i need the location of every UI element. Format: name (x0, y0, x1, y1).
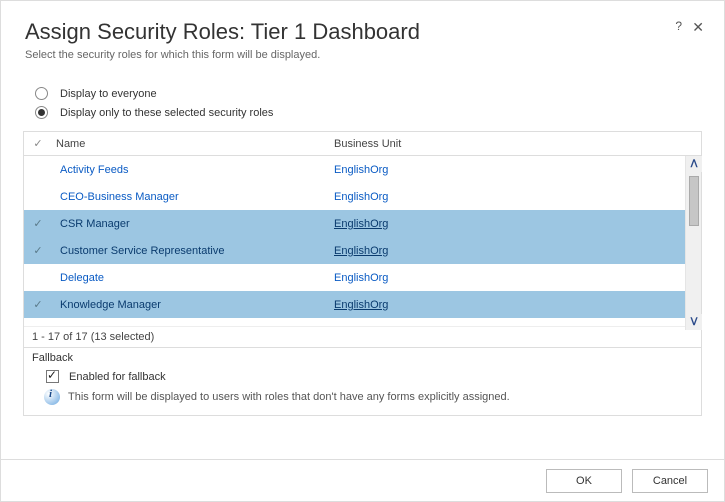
row-check: ✓ (24, 298, 52, 311)
radio-display-selected-roles[interactable]: Display only to these selected security … (35, 106, 700, 119)
page-subtitle: Select the security roles for which this… (25, 49, 700, 61)
table-row[interactable]: Activity Feeds EnglishOrg (24, 156, 701, 183)
role-link[interactable]: Delegate (56, 272, 104, 284)
column-header-business-unit[interactable]: Business Unit (332, 138, 701, 150)
row-bu-cell[interactable]: EnglishOrg (332, 326, 701, 327)
fallback-title: Fallback (32, 350, 693, 368)
scroll-down-icon[interactable]: ᐯ (686, 314, 702, 330)
fallback-description: This form will be displayed to users wit… (68, 391, 510, 403)
close-icon[interactable]: ✕ (692, 19, 704, 36)
fallback-checkbox-label: Enabled for fallback (69, 371, 166, 383)
scroll-up-icon[interactable]: ᐱ (686, 156, 702, 172)
fallback-description-row: This form will be displayed to users wit… (32, 389, 693, 405)
table-row[interactable]: Delegate EnglishOrg (24, 264, 701, 291)
row-bu-cell[interactable]: EnglishOrg (332, 245, 701, 257)
row-bu-cell[interactable]: EnglishOrg (332, 191, 701, 203)
row-name-cell: Delegate (52, 272, 332, 284)
row-name-cell: Marketing Manager (52, 326, 332, 327)
cancel-button[interactable]: Cancel (632, 469, 708, 493)
check-icon: ✓ (33, 245, 42, 257)
help-icon[interactable]: ? (675, 19, 682, 33)
row-name-cell: CSR Manager (52, 218, 332, 230)
scroll-thumb[interactable] (689, 176, 699, 226)
page-title: Assign Security Roles: Tier 1 Dashboard (25, 19, 700, 45)
fallback-checkbox-row[interactable]: Enabled for fallback (32, 370, 693, 383)
fallback-section: Fallback Enabled for fallback This form … (23, 348, 702, 416)
ok-button[interactable]: OK (546, 469, 622, 493)
check-icon: ✓ (33, 299, 42, 311)
table-row[interactable]: Marketing Manager EnglishOrg (24, 318, 701, 326)
role-link[interactable]: Knowledge Manager (56, 299, 161, 311)
role-link[interactable]: Marketing Manager (56, 326, 155, 327)
radio-icon (35, 106, 48, 119)
table-row[interactable]: CEO-Business Manager EnglishOrg (24, 183, 701, 210)
scrollbar[interactable]: ᐱ ᐯ (685, 156, 701, 330)
table-row[interactable]: ✓ Knowledge Manager EnglishOrg (24, 291, 701, 318)
radio-display-everyone[interactable]: Display to everyone (35, 87, 700, 100)
role-link[interactable]: Activity Feeds (56, 164, 128, 176)
radio-icon (35, 87, 48, 100)
role-link[interactable]: CEO-Business Manager (56, 191, 179, 203)
row-name-cell: Activity Feeds (52, 164, 332, 176)
dialog-header: Assign Security Roles: Tier 1 Dashboard … (1, 1, 724, 65)
radio-label: Display only to these selected security … (60, 107, 273, 119)
row-bu-cell[interactable]: EnglishOrg (332, 218, 701, 230)
grid-status: 1 - 17 of 17 (13 selected) (24, 326, 701, 347)
roles-grid: ✓ Name Business Unit Activity Feeds Engli… (23, 131, 702, 348)
column-header-name[interactable]: Name (52, 138, 332, 150)
grid-header-row: ✓ Name Business Unit (24, 132, 701, 156)
checkbox-icon (46, 370, 59, 383)
row-bu-cell[interactable]: EnglishOrg (332, 299, 701, 311)
check-icon: ✓ (33, 218, 42, 230)
row-check: ✓ (24, 217, 52, 230)
row-name-cell: CEO-Business Manager (52, 191, 332, 203)
row-check: ✓ (24, 244, 52, 257)
table-row[interactable]: ✓ Customer Service Representative EnglishO… (24, 237, 701, 264)
info-icon (44, 389, 60, 405)
select-all-checkbox[interactable]: ✓ (24, 137, 52, 150)
table-row[interactable]: ✓ CSR Manager EnglishOrg (24, 210, 701, 237)
dialog-footer: OK Cancel (1, 459, 724, 501)
radio-label: Display to everyone (60, 88, 157, 100)
row-name-cell: Knowledge Manager (52, 299, 332, 311)
row-bu-cell[interactable]: EnglishOrg (332, 164, 701, 176)
role-link[interactable]: CSR Manager (56, 218, 130, 230)
row-bu-cell[interactable]: EnglishOrg (332, 272, 701, 284)
display-options: Display to everyone Display only to thes… (1, 65, 724, 131)
role-link[interactable]: Customer Service Representative (56, 245, 224, 257)
row-name-cell: Customer Service Representative (52, 245, 332, 257)
